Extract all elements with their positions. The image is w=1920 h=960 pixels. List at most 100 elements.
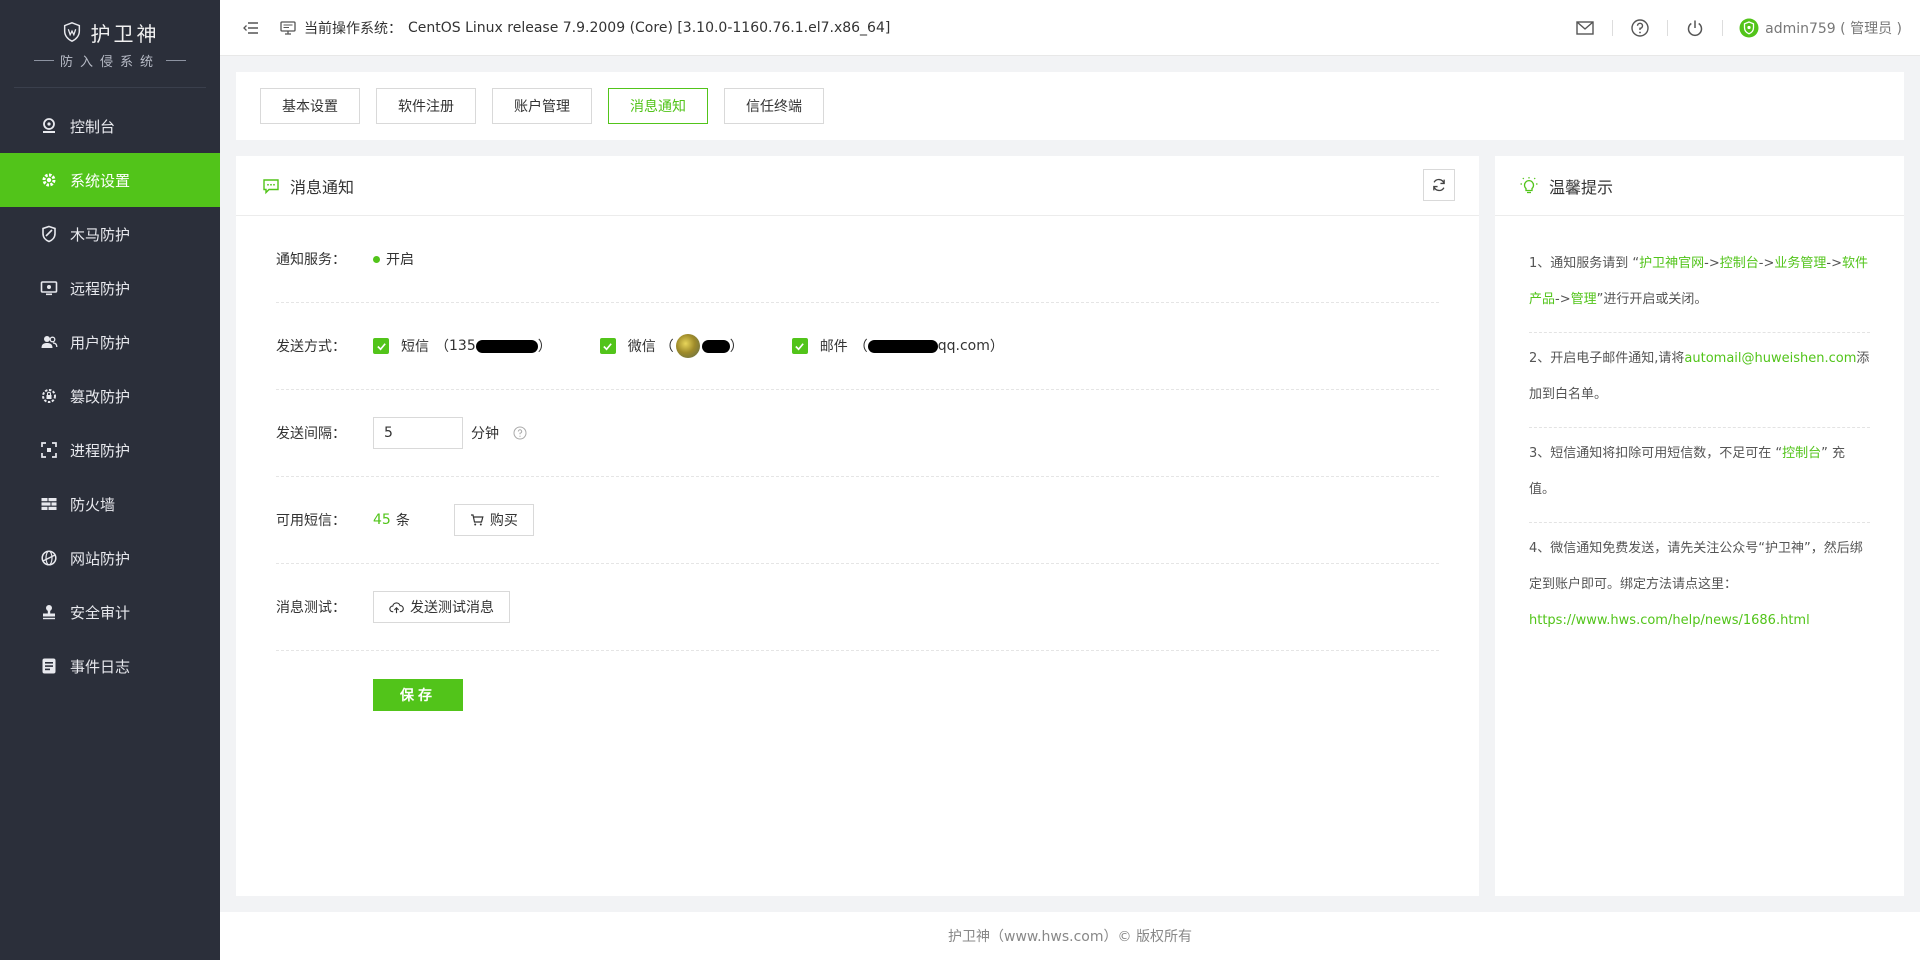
sidebar-item-users[interactable]: 用户防护 (0, 315, 220, 369)
mail-label: 邮件 (819, 339, 848, 355)
refresh-button[interactable] (1423, 169, 1455, 201)
notification-panel: 消息通知 通知服务： 开启 发送方式： 短信 （ 135 ） 微信 （ ） 邮件… (236, 156, 1479, 896)
sms-avail-label: 可用短信： (276, 513, 346, 529)
sidebar-item-label: 进程防护 (70, 441, 131, 460)
row-available-sms: 可用短信： 45 条 购买 (276, 477, 1439, 564)
buy-label: 购买 (489, 513, 518, 529)
mail-icon[interactable] (1575, 18, 1595, 38)
user-menu[interactable]: admin759 ( 管理员 ) (1739, 18, 1902, 38)
shield-icon (42, 225, 56, 243)
sms-prefix: 135 (449, 338, 476, 354)
help-icon[interactable] (513, 426, 527, 440)
tips-panel: 温馨提示 1、通知服务请到 “护卫神官网->控制台->业务管理->软件产品->管… (1495, 156, 1904, 896)
sidebar-item-audit[interactable]: 安全审计 (0, 585, 220, 639)
process-frame-icon (41, 442, 57, 458)
settings-tabs: 基本设置 软件注册 账户管理 消息通知 信任终端 (236, 72, 1904, 140)
power-icon[interactable] (1685, 18, 1705, 38)
sidebar-item-trojan[interactable]: 木马防护 (0, 207, 220, 261)
wechat-option[interactable]: 微信 （ ） (599, 334, 744, 358)
wechat-close: ） (729, 339, 744, 355)
status-dot (373, 255, 380, 263)
sms-checkbox[interactable] (373, 338, 389, 354)
panel-title: 消息通知 (290, 177, 355, 197)
tip-link-manage[interactable]: 管理 (1571, 292, 1597, 307)
tab-account-management[interactable]: 账户管理 (492, 88, 592, 124)
row-send-interval: 发送间隔： 分钟 (276, 390, 1439, 477)
user-name: admin759 ( 管理员 ) (1765, 21, 1902, 37)
tab-message-notification[interactable]: 消息通知 (608, 88, 708, 124)
sidebar-item-process[interactable]: 进程防护 (0, 423, 220, 477)
sidebar: 护卫神 防入侵系统 控制台 系统设置 木马防护 远程防护 用户防护 篡改防护 进… (0, 0, 220, 960)
row-send-method: 发送方式： 短信 （ 135 ） 微信 （ ） 邮件 （ qq.com ） (276, 303, 1439, 390)
test-label: 消息测试： (276, 600, 346, 616)
wechat-open: （ (659, 339, 674, 355)
tab-software-registration[interactable]: 软件注册 (376, 88, 476, 124)
tips-title: 温馨提示 (1549, 177, 1614, 197)
remote-desktop-icon (40, 281, 58, 296)
users-icon (41, 336, 58, 348)
mail-open: （ (853, 339, 868, 355)
sidebar-item-remote[interactable]: 远程防护 (0, 261, 220, 315)
monitor-icon (280, 20, 296, 35)
mail-checkbox[interactable] (791, 338, 808, 354)
sidebar-item-label: 安全审计 (70, 603, 131, 622)
chat-bubble-icon (263, 178, 279, 194)
row-message-test: 消息测试： 发送测试消息 (276, 564, 1439, 651)
brand-subtitle: 防入侵系统 (59, 54, 160, 70)
log-icon (42, 658, 56, 674)
wechat-redaction (701, 339, 730, 353)
send-test-label: 发送测试消息 (410, 600, 494, 616)
sms-redaction (475, 339, 538, 353)
service-status: 开启 (386, 252, 414, 268)
check-icon (795, 342, 805, 350)
tip-link-official-site[interactable]: 护卫神官网 (1639, 256, 1704, 271)
sms-close: ） (537, 339, 552, 355)
interval-unit: 分钟 (471, 426, 499, 442)
tab-trusted-terminals[interactable]: 信任终端 (724, 88, 824, 124)
sidebar-item-dashboard[interactable]: 控制台 (0, 99, 220, 153)
check-icon (376, 342, 386, 350)
tip-email: automail@huweishen.com (1684, 351, 1857, 366)
buy-button[interactable]: 购买 (453, 504, 534, 536)
tip-item: 1、通知服务请到 “护卫神官网->控制台->业务管理->软件产品->管理”进行开… (1529, 238, 1870, 333)
service-label: 通知服务： (276, 252, 346, 268)
user-shield-icon (1739, 18, 1759, 38)
wechat-label: 微信 (627, 339, 656, 355)
check-icon (603, 342, 613, 350)
footer: 护卫神（www.hws.com）© 版权所有 (220, 912, 1920, 960)
logo-shield-icon (63, 22, 80, 42)
tip-link-console-recharge[interactable]: 控制台 (1782, 446, 1821, 461)
cloud-upload-icon (389, 601, 404, 613)
interval-label: 发送间隔： (276, 426, 346, 442)
sidebar-item-logs[interactable]: 事件日志 (0, 639, 220, 693)
sms-option[interactable]: 短信 （ 135 ） (373, 336, 552, 356)
menu-collapse-icon[interactable] (242, 19, 260, 37)
sidebar-item-firewall[interactable]: 防火墙 (0, 477, 220, 531)
send-label: 发送方式： (276, 339, 346, 355)
sidebar-item-settings[interactable]: 系统设置 (0, 153, 220, 207)
wechat-checkbox[interactable] (599, 338, 616, 354)
sidebar-item-label: 木马防护 (70, 225, 131, 244)
globe-shield-icon (41, 550, 57, 566)
mail-suffix: qq.com (937, 338, 990, 354)
stamp-icon (43, 605, 55, 620)
help-icon[interactable] (1630, 18, 1650, 38)
brick-wall-icon (41, 498, 57, 510)
tip-link-console[interactable]: 控制台 (1720, 256, 1759, 271)
sidebar-item-label: 系统设置 (70, 171, 131, 190)
tip-item: 2、开启电子邮件通知,请将automail@huweishen.com添加到白名… (1529, 333, 1870, 428)
sidebar-item-tamper[interactable]: 篡改防护 (0, 369, 220, 423)
sidebar-item-label: 用户防护 (70, 333, 131, 352)
mail-close: ） (989, 339, 1004, 355)
sidebar-item-website[interactable]: 网站防护 (0, 531, 220, 585)
tip-link-business[interactable]: 业务管理 (1774, 256, 1826, 271)
sms-label: 短信 (401, 339, 429, 355)
save-button[interactable]: 保存 (373, 679, 463, 711)
tip-help-link[interactable]: https://www.hws.com/help/news/1686.html (1529, 613, 1810, 628)
interval-input[interactable] (373, 417, 463, 449)
sidebar-item-label: 网站防护 (70, 549, 131, 568)
mail-option[interactable]: 邮件 （ qq.com ） (791, 336, 1004, 356)
sidebar-item-label: 篡改防护 (70, 387, 131, 406)
send-test-button[interactable]: 发送测试消息 (373, 591, 510, 623)
tab-basic-settings[interactable]: 基本设置 (260, 88, 360, 124)
